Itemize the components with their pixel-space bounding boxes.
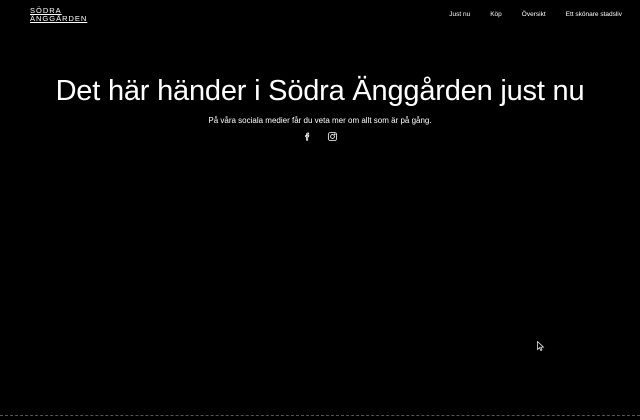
instagram-icon[interactable] (327, 131, 338, 142)
mouse-cursor-icon (537, 341, 545, 351)
site-logo[interactable]: SÖDRA ÄNGGÅRDEN (30, 7, 87, 23)
nav-item-ett-skonare-stadsliv[interactable]: Ett skönare stadsliv (566, 11, 622, 19)
hero-section: Det här händer i Södra Änggården just nu… (0, 74, 640, 142)
page-title: Det här händer i Södra Änggården just nu (55, 75, 585, 107)
logo-line-2: ÄNGGÅRDEN (30, 14, 88, 23)
bottom-divider (0, 415, 640, 416)
nav-item-kop[interactable]: Köp (490, 11, 502, 19)
site-header: SÖDRA ÄNGGÅRDEN Just nu Köp Översikt Ett… (0, 0, 640, 30)
facebook-icon[interactable] (302, 131, 313, 142)
page: SÖDRA ÄNGGÅRDEN Just nu Köp Översikt Ett… (0, 0, 640, 420)
nav-item-just-nu[interactable]: Just nu (449, 11, 470, 19)
main-nav: Just nu Köp Översikt Ett skönare stadsli… (429, 11, 622, 19)
nav-item-oversikt[interactable]: Översikt (522, 11, 546, 19)
social-links (0, 131, 640, 142)
hero-subtitle: På våra sociala medier får du veta mer o… (208, 116, 432, 125)
